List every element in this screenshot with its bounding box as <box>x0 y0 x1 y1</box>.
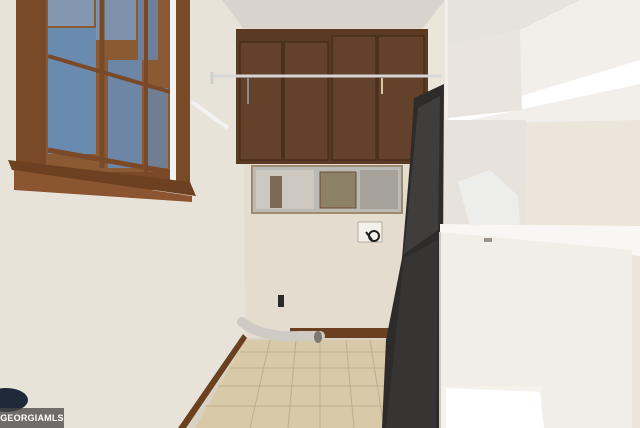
watermark-label: GEORGIAMLS <box>0 408 64 428</box>
window <box>8 0 196 202</box>
cabinet-door-3 <box>331 35 377 161</box>
cabinet-door-2 <box>283 41 329 161</box>
ceiling <box>222 0 445 28</box>
dryer-outlet <box>278 295 284 307</box>
cabinet-door-1 <box>239 41 283 161</box>
photo-illustration <box>0 0 640 428</box>
laundry-room-photo: GEORGIAMLS <box>0 0 640 428</box>
